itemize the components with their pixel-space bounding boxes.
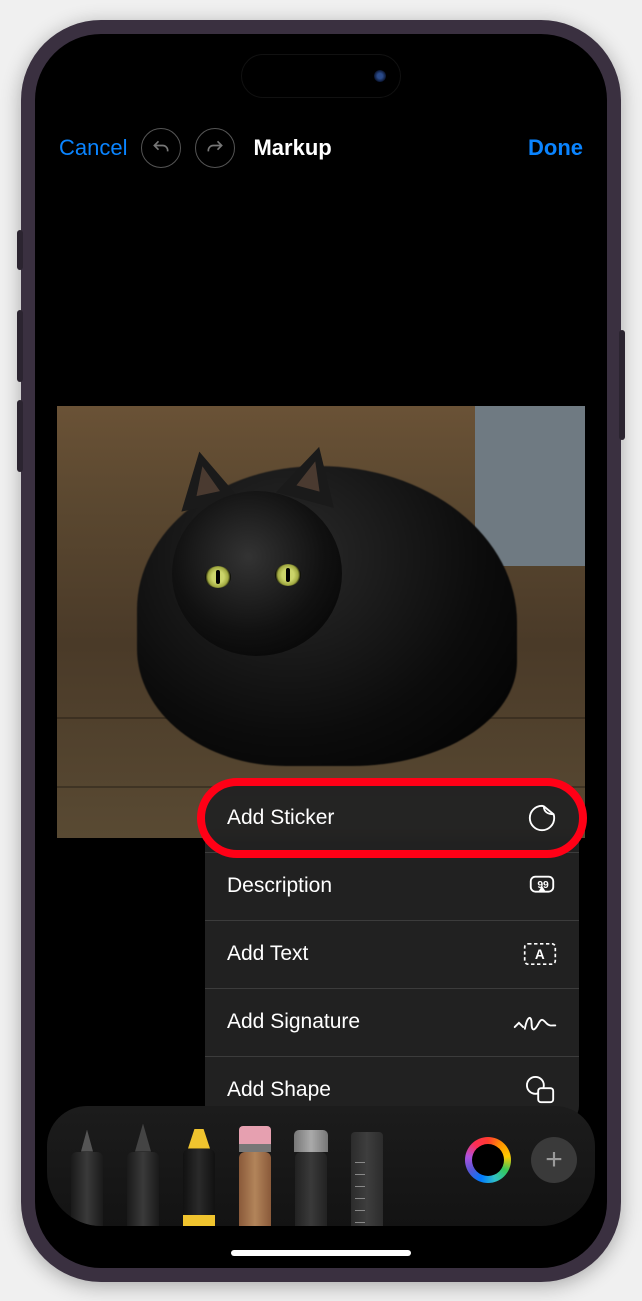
- image-canvas[interactable]: [57, 406, 585, 838]
- power-button: [619, 330, 625, 440]
- photo-wall: [475, 406, 585, 566]
- undo-icon: [151, 138, 171, 158]
- text-icon: A: [523, 940, 557, 968]
- volume-down-button: [17, 400, 23, 472]
- felt-tool[interactable]: [121, 1122, 165, 1226]
- menu-item-add-sticker[interactable]: Add Sticker: [205, 784, 579, 852]
- photo-detail: [205, 566, 231, 588]
- ruler-tool[interactable]: [345, 1122, 389, 1226]
- plus-icon: +: [545, 1143, 563, 1177]
- pen-tip-icon: [81, 1130, 93, 1152]
- page-title: Markup: [253, 135, 331, 161]
- shapes-icon: [525, 1075, 557, 1105]
- add-menu: Add Sticker Description 99 Add Text A Ad…: [205, 784, 579, 1124]
- svg-text:99: 99: [537, 880, 549, 891]
- menu-item-label: Add Text: [227, 942, 523, 966]
- undo-button[interactable]: [141, 128, 181, 168]
- tool-shelf: 80 +: [47, 1106, 595, 1226]
- menu-item-label: Description: [227, 874, 527, 898]
- marker-band: [183, 1215, 215, 1226]
- signature-icon: [513, 1008, 557, 1036]
- sticker-icon: [527, 803, 557, 833]
- menu-item-add-signature[interactable]: Add Signature: [205, 988, 579, 1056]
- marker-tool[interactable]: 80: [177, 1122, 221, 1226]
- menu-item-label: Add Signature: [227, 1010, 513, 1034]
- volume-up-button: [17, 310, 23, 382]
- dynamic-island: [241, 54, 401, 98]
- menu-item-label: Add Sticker: [227, 806, 527, 830]
- screen: Cancel Markup Done Add Sticker: [35, 34, 607, 1268]
- phone-frame: Cancel Markup Done Add Sticker: [21, 20, 621, 1282]
- color-picker-button[interactable]: [465, 1137, 511, 1183]
- redo-icon: [205, 138, 225, 158]
- done-button[interactable]: Done: [528, 135, 583, 161]
- markup-toolbar: Cancel Markup Done: [35, 122, 607, 174]
- description-icon: 99: [527, 871, 557, 901]
- tool-body: [127, 1152, 159, 1226]
- menu-item-add-text[interactable]: Add Text A: [205, 920, 579, 988]
- menu-item-label: Add Shape: [227, 1078, 525, 1102]
- pen-tool[interactable]: [65, 1122, 109, 1226]
- photo-detail: [275, 564, 301, 586]
- add-button[interactable]: +: [531, 1137, 577, 1183]
- tool-body: [295, 1152, 327, 1226]
- felt-tip-icon: [135, 1124, 151, 1152]
- ruler-ticks-icon: [351, 1152, 383, 1226]
- tool-body: [71, 1152, 103, 1226]
- pencil-tool[interactable]: [233, 1122, 277, 1226]
- eraser-top-icon: [294, 1130, 328, 1152]
- pencil-band: [239, 1144, 271, 1152]
- photo-subject-head: [172, 491, 342, 656]
- svg-text:A: A: [535, 947, 545, 962]
- cancel-button[interactable]: Cancel: [59, 135, 127, 161]
- pencil-eraser-icon: [239, 1126, 271, 1144]
- mute-switch: [17, 230, 23, 270]
- tool-body: [239, 1152, 271, 1226]
- menu-item-description[interactable]: Description 99: [205, 852, 579, 920]
- home-indicator[interactable]: [231, 1250, 411, 1256]
- eraser-tool[interactable]: [289, 1122, 333, 1226]
- marker-tip-icon: [188, 1129, 210, 1149]
- redo-button[interactable]: [195, 128, 235, 168]
